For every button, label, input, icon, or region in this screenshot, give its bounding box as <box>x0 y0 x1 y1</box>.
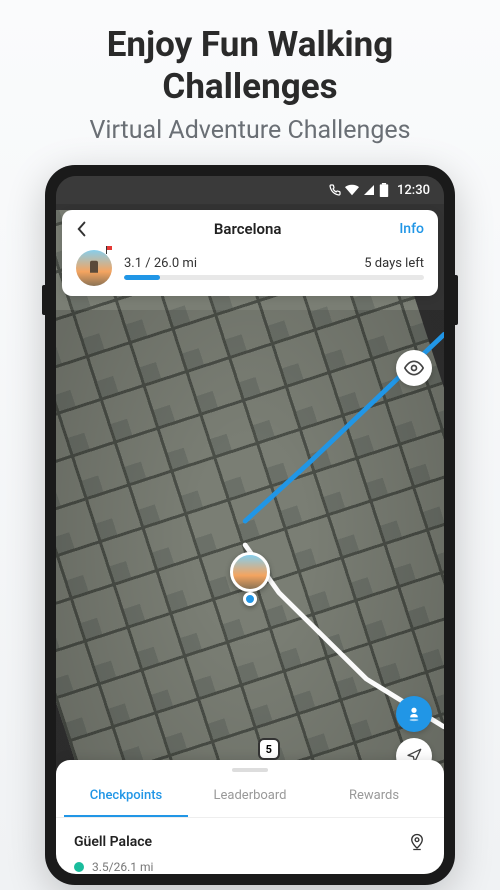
tab-leaderboard[interactable]: Leaderboard <box>188 776 312 817</box>
status-dot <box>74 862 84 872</box>
battery-icon <box>379 183 389 197</box>
status-icons: 12:30 <box>329 183 430 198</box>
person-pin-icon <box>405 705 423 723</box>
status-bar: 12:30 <box>56 176 444 204</box>
promo-subtitle: Virtual Adventure Challenges <box>0 116 500 145</box>
streetview-button[interactable] <box>396 696 432 732</box>
app-content: 5 Barcelona Info <box>56 210 444 874</box>
promo-title: Enjoy Fun Walking Challenges <box>0 0 500 116</box>
marker-avatar <box>230 552 270 592</box>
progress-fill <box>124 275 160 280</box>
checkpoint-name: Güell Palace <box>74 834 152 850</box>
info-link[interactable]: Info <box>399 221 424 237</box>
checkpoint-distance: 3.5/26.1 mi <box>92 860 153 874</box>
phone-icon <box>329 184 341 196</box>
days-left: 5 days left <box>364 256 424 271</box>
marker-dot <box>243 592 257 606</box>
chevron-left-icon <box>76 221 88 237</box>
tabs: Checkpoints Leaderboard Rewards <box>56 776 444 818</box>
sheet-handle[interactable] <box>232 768 268 772</box>
back-button[interactable] <box>76 221 96 237</box>
challenge-avatar <box>76 250 112 286</box>
page-title: Barcelona <box>214 220 282 238</box>
progress-row: 3.1 / 26.0 mi 5 days left <box>76 250 424 286</box>
waypoint-badge[interactable]: 5 <box>258 738 280 760</box>
phone-screen: 12:30 5 <box>56 176 444 874</box>
bottom-sheet[interactable]: Checkpoints Leaderboard Rewards Güell Pa… <box>56 760 444 874</box>
visibility-button[interactable] <box>396 350 432 386</box>
checkpoint-item[interactable]: Güell Palace 3.5/26.1 mi <box>56 818 444 874</box>
phone-button-left <box>42 285 45 315</box>
signal-icon <box>363 184 375 196</box>
phone-button-right <box>455 275 458 325</box>
flag-pin-icon <box>106 246 114 254</box>
tab-rewards[interactable]: Rewards <box>312 776 436 817</box>
tab-checkpoints[interactable]: Checkpoints <box>64 776 188 817</box>
status-time: 12:30 <box>397 183 430 198</box>
phone-frame: 12:30 5 <box>45 165 455 885</box>
header-card: Barcelona Info 3.1 / 26.0 mi 5 days left <box>62 210 438 296</box>
progress-bar <box>124 275 424 280</box>
pin-icon <box>408 832 426 852</box>
progress-distance: 3.1 / 26.0 mi <box>124 256 197 271</box>
wifi-icon <box>345 184 359 196</box>
eye-icon <box>404 358 424 378</box>
map-marker[interactable] <box>230 552 270 592</box>
